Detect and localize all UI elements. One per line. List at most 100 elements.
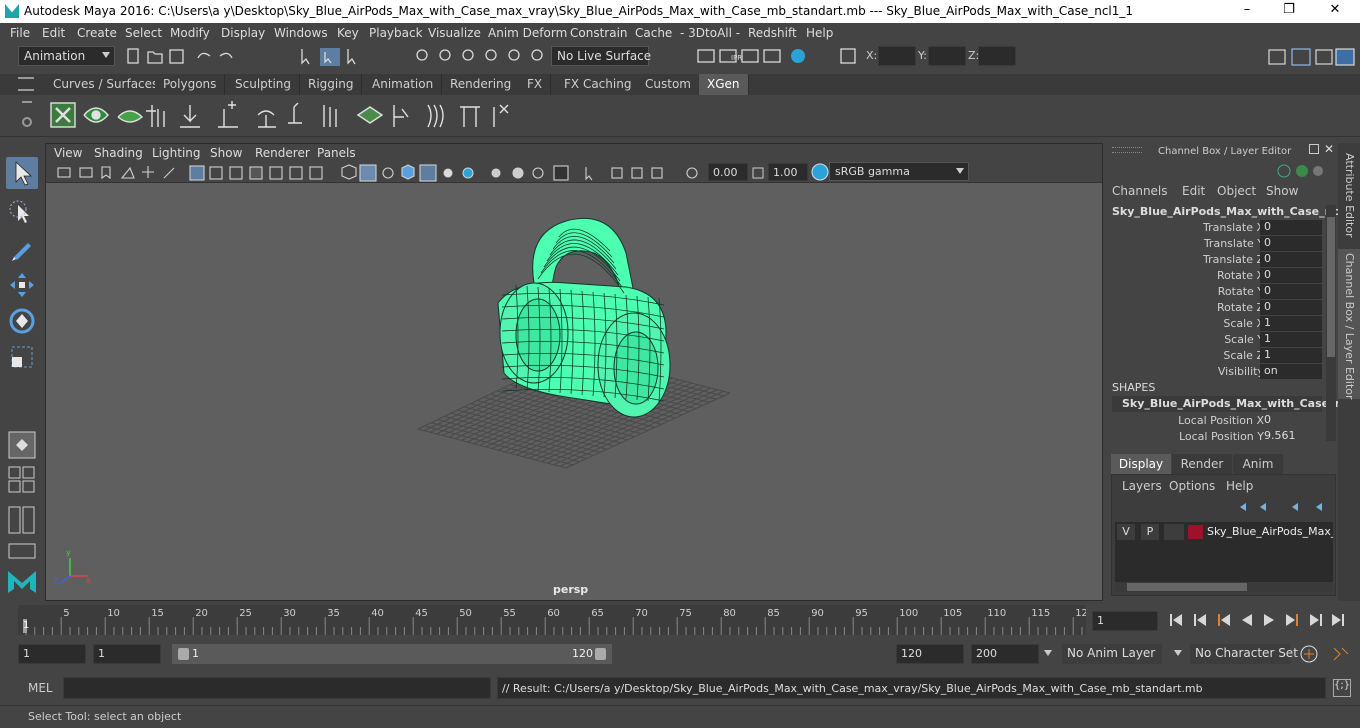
mel-command-input[interactable] bbox=[63, 677, 491, 699]
maximize-button[interactable]: ❐ bbox=[1274, 2, 1304, 20]
shelf-tab-rendering[interactable]: Rendering bbox=[442, 74, 521, 95]
exposure-input[interactable]: 0.00 bbox=[708, 163, 748, 181]
scene-canvas[interactable]: x y z bbox=[46, 183, 1102, 600]
menu-constrain[interactable]: Constrain bbox=[570, 26, 628, 40]
side-by-side-layout-button[interactable] bbox=[6, 505, 38, 535]
shelf-tab-animation[interactable]: Animation bbox=[364, 74, 443, 95]
channel-row[interactable]: Rotate Z0 bbox=[1106, 300, 1326, 316]
menu-layers[interactable]: Layers bbox=[1122, 479, 1162, 493]
menu-edit[interactable]: Edit bbox=[42, 26, 65, 40]
menu-windows[interactable]: Windows bbox=[274, 26, 328, 40]
playback-end-input[interactable]: 120 bbox=[896, 644, 964, 664]
menu-playback[interactable]: Playback bbox=[369, 26, 423, 40]
menu-redshift[interactable]: Redshift bbox=[748, 26, 797, 40]
range-start-handle[interactable] bbox=[178, 648, 189, 660]
move-tool[interactable] bbox=[6, 269, 38, 301]
channel-row[interactable]: Scale Y1 bbox=[1106, 332, 1326, 348]
menu-help[interactable]: Help bbox=[806, 26, 833, 40]
channel-value-input[interactable]: 0 bbox=[1260, 236, 1322, 251]
menu-anim-deform[interactable]: Anim Deform bbox=[488, 26, 567, 40]
channel-row[interactable]: Translate X0 bbox=[1106, 220, 1326, 236]
menu-modify[interactable]: Modify bbox=[170, 26, 210, 40]
channel-value-input[interactable]: 0 bbox=[1260, 300, 1322, 315]
lasso-tool[interactable] bbox=[6, 197, 38, 229]
four-view-layout-button[interactable] bbox=[6, 465, 38, 495]
playback-start-input[interactable]: 1 bbox=[93, 644, 161, 664]
menu-object[interactable]: Object bbox=[1217, 184, 1256, 198]
maya-home-button[interactable] bbox=[6, 565, 38, 597]
chevron-down-icon[interactable] bbox=[1174, 650, 1182, 656]
shape-channel-row[interactable]: Local Position X0 bbox=[1106, 413, 1326, 429]
channel-row[interactable]: Translate Z0 bbox=[1106, 252, 1326, 268]
attribute-editor-tab[interactable]: Attribute Editor bbox=[1338, 149, 1360, 239]
character-set-dropdown[interactable]: No Character Set bbox=[1190, 644, 1298, 664]
menu-show[interactable]: Show bbox=[1266, 184, 1298, 198]
selected-object-name[interactable]: Sky_Blue_AirPods_Max_with_Case_ncl... bbox=[1112, 205, 1355, 218]
shape-channel-row[interactable]: Local Position Y 9.561 bbox=[1106, 429, 1326, 445]
channel-box-scrollbar[interactable] bbox=[1326, 205, 1336, 441]
channel-row[interactable]: Translate Y0 bbox=[1106, 236, 1326, 252]
shelf-tab-fx[interactable]: FX bbox=[519, 74, 552, 95]
paint-select-tool[interactable] bbox=[6, 233, 38, 265]
channel-value-input[interactable]: 0 bbox=[1260, 252, 1322, 267]
current-frame-input[interactable]: 1 bbox=[1092, 611, 1158, 631]
menu-cache[interactable]: Cache bbox=[635, 26, 672, 40]
channel-value-input[interactable]: 1 bbox=[1260, 348, 1322, 363]
layer-visibility-toggle[interactable]: V bbox=[1117, 524, 1135, 540]
menu-set-dropdown[interactable]: Animation bbox=[18, 46, 115, 66]
channel-box-tab[interactable]: Channel Box / Layer Editor bbox=[1338, 249, 1360, 400]
channel-row[interactable]: Visibility on bbox=[1106, 364, 1326, 380]
mel-label[interactable]: MEL bbox=[28, 681, 53, 695]
menu-select[interactable]: Select bbox=[125, 26, 162, 40]
time-slider[interactable]: 5 10 15 20 25 30 35 40 45 50 55 60 65 70 75 80 85 90 95 100… bbox=[0, 603, 1360, 637]
z-coordinate-input[interactable] bbox=[978, 46, 1016, 66]
menu-cb-edit[interactable]: Edit bbox=[1182, 184, 1205, 198]
float-panel-icon[interactable] bbox=[1309, 144, 1319, 154]
menu-layer-help[interactable]: Help bbox=[1226, 479, 1253, 493]
menu-key[interactable]: Key bbox=[337, 26, 359, 40]
channel-value-input[interactable]: 0 bbox=[1260, 284, 1322, 299]
panel-menu-lighting[interactable]: Lighting bbox=[152, 146, 201, 160]
single-perspective-layout-button[interactable] bbox=[6, 429, 38, 461]
menu-visualize[interactable]: Visualize bbox=[428, 26, 481, 40]
menu-3dtoall[interactable]: - 3DtoAll - bbox=[680, 26, 740, 40]
layer-tab-anim[interactable]: Anim bbox=[1233, 454, 1283, 474]
color-space-dropdown[interactable]: sRGB gamma bbox=[829, 162, 969, 181]
panel-menu-view[interactable]: View bbox=[54, 146, 82, 160]
animation-end-input[interactable]: 200 bbox=[971, 644, 1039, 664]
panel-drag-handle[interactable] bbox=[1112, 147, 1142, 153]
chevron-down-icon[interactable] bbox=[1044, 650, 1052, 656]
outliner-layout-button[interactable] bbox=[6, 541, 38, 561]
channel-value[interactable]: 0 bbox=[1260, 413, 1322, 428]
layer-playback-toggle[interactable]: P bbox=[1141, 524, 1159, 540]
channel-value-input[interactable]: 0 bbox=[1260, 220, 1322, 235]
channel-value-input[interactable]: 1 bbox=[1260, 316, 1322, 331]
shelf-tab-curves-surfaces[interactable]: Curves / Surfaces bbox=[45, 74, 168, 95]
layer-name[interactable]: Sky_Blue_AirPods_Max_w bbox=[1207, 525, 1333, 538]
script-editor-icon[interactable]: {;} bbox=[1333, 679, 1351, 697]
anim-layer-dropdown[interactable]: No Anim Layer bbox=[1062, 644, 1162, 664]
channel-row[interactable]: Rotate Y0 bbox=[1106, 284, 1326, 300]
shape-name[interactable]: Sky_Blue_AirPods_Max_with_Case_n... bbox=[1122, 397, 1355, 410]
range-slider[interactable]: 1 120 bbox=[172, 644, 612, 664]
channel-row[interactable]: Scale Z1 bbox=[1106, 348, 1326, 364]
channel-row[interactable]: Rotate X0 bbox=[1106, 268, 1326, 284]
channel-value[interactable]: 9.561 bbox=[1260, 429, 1322, 444]
channel-value-input[interactable]: 0 bbox=[1260, 268, 1322, 283]
panel-menu-show[interactable]: Show bbox=[210, 146, 242, 160]
gamma-input[interactable]: 1.00 bbox=[768, 163, 808, 181]
layer-tab-render[interactable]: Render bbox=[1172, 454, 1232, 474]
color-management-toggle-icon[interactable] bbox=[810, 163, 830, 181]
close-panel-icon[interactable]: ✕ bbox=[1324, 142, 1334, 156]
3d-viewport[interactable]: x y z persp bbox=[46, 183, 1102, 600]
menu-file[interactable]: File bbox=[10, 26, 30, 40]
channel-row[interactable]: Scale X1 bbox=[1106, 316, 1326, 332]
animation-start-input[interactable]: 1 bbox=[18, 644, 86, 664]
rotate-tool[interactable] bbox=[6, 305, 38, 337]
channel-value-input[interactable]: 1 bbox=[1260, 332, 1322, 347]
range-end-handle[interactable] bbox=[595, 648, 606, 660]
select-tool[interactable] bbox=[6, 157, 38, 189]
panel-menu-shading[interactable]: Shading bbox=[94, 146, 143, 160]
shelf-tab-polygons[interactable]: Polygons bbox=[155, 74, 226, 95]
panel-menu-renderer[interactable]: Renderer bbox=[255, 146, 310, 160]
